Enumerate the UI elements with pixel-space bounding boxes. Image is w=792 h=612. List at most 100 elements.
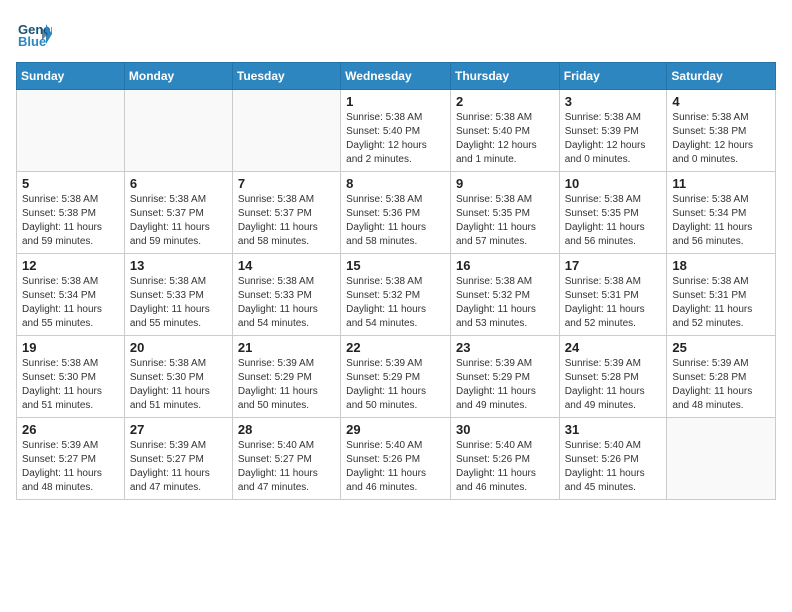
calendar-cell: 4Sunrise: 5:38 AM Sunset: 5:38 PM Daylig… — [667, 90, 776, 172]
day-number: 25 — [672, 340, 770, 355]
day-number: 7 — [238, 176, 335, 191]
day-info: Sunrise: 5:38 AM Sunset: 5:33 PM Dayligh… — [130, 275, 227, 331]
calendar-cell: 1 Sunrise: 5:38 AM Sunset: 5:40 PM Daylig… — [341, 90, 451, 172]
day-number: 1 — [346, 94, 445, 109]
day-info: Sunrise: 5:38 AM Sunset: 5:34 PM Dayligh… — [672, 193, 770, 249]
day-number: 5 — [22, 176, 119, 191]
calendar-week-row: 12 Sunrise: 5:38 AM Sunset: 5:34 PM Dayli… — [17, 254, 776, 336]
day-info: Sunrise: 5:38 AM Sunset: 5:40 PM Dayligh… — [346, 111, 445, 167]
calendar-week-row: 1 Sunrise: 5:38 AM Sunset: 5:40 PM Daylig… — [17, 90, 776, 172]
calendar-cell — [124, 90, 232, 172]
day-info: Sunrise: 5:38 AM Sunset: 5:34 PM Dayligh… — [22, 275, 119, 331]
day-of-week-header: Sunday — [17, 63, 125, 90]
calendar-cell: 3 Sunrise: 5:38 AM Sunset: 5:39 PM Daylig… — [559, 90, 667, 172]
day-of-week-header: Monday — [124, 63, 232, 90]
day-of-week-header: Wednesday — [341, 63, 451, 90]
day-number: 16 — [456, 258, 554, 273]
day-info: Sunrise: 5:38 AM Sunset: 5:38 PM Dayligh… — [672, 111, 770, 167]
calendar-cell: 23 Sunrise: 5:39 AM Sunset: 5:29 PM Dayli… — [450, 336, 559, 418]
day-number: 28 — [238, 422, 335, 437]
calendar-cell: 29Sunrise: 5:40 AM Sunset: 5:26 PM Dayli… — [341, 418, 451, 500]
day-info: Sunrise: 5:40 AM Sunset: 5:26 PM Dayligh… — [346, 439, 445, 495]
calendar-cell — [667, 418, 776, 500]
day-number: 31 — [565, 422, 662, 437]
calendar-cell: 25 Sunrise: 5:39 AM Sunset: 5:28 PM Dayli… — [667, 336, 776, 418]
day-info: Sunrise: 5:38 AM Sunset: 5:35 PM Dayligh… — [456, 193, 554, 249]
day-number: 6 — [130, 176, 227, 191]
calendar-cell: 26 Sunrise: 5:39 AM Sunset: 5:27 PM Dayli… — [17, 418, 125, 500]
day-number: 27 — [130, 422, 227, 437]
svg-text:Blue: Blue — [18, 34, 46, 49]
day-info: Sunrise: 5:39 AM Sunset: 5:28 PM Dayligh… — [565, 357, 662, 413]
day-number: 12 — [22, 258, 119, 273]
calendar-cell: 21 Sunrise: 5:39 AM Sunset: 5:29 PM Dayli… — [232, 336, 340, 418]
calendar-cell: 24 Sunrise: 5:39 AM Sunset: 5:28 PM Dayli… — [559, 336, 667, 418]
calendar-cell: 17 Sunrise: 5:38 AM Sunset: 5:31 PM Dayli… — [559, 254, 667, 336]
day-number: 21 — [238, 340, 335, 355]
day-info: Sunrise: 5:39 AM Sunset: 5:28 PM Dayligh… — [672, 357, 770, 413]
calendar-cell: 11 Sunrise: 5:38 AM Sunset: 5:34 PM Dayli… — [667, 172, 776, 254]
top-bar: General Blue — [16, 16, 776, 56]
calendar-cell: 18 Sunrise: 5:38 AM Sunset: 5:31 PM Dayli… — [667, 254, 776, 336]
day-of-week-header: Friday — [559, 63, 667, 90]
day-number: 3 — [565, 94, 662, 109]
calendar-table: SundayMondayTuesdayWednesdayThursdayFrid… — [16, 62, 776, 500]
calendar-cell — [232, 90, 340, 172]
calendar-header-row: SundayMondayTuesdayWednesdayThursdayFrid… — [17, 63, 776, 90]
calendar-cell: 31 Sunrise: 5:40 AM Sunset: 5:26 PM Dayli… — [559, 418, 667, 500]
day-number: 26 — [22, 422, 119, 437]
day-number: 9 — [456, 176, 554, 191]
day-number: 10 — [565, 176, 662, 191]
day-info: Sunrise: 5:40 AM Sunset: 5:26 PM Dayligh… — [565, 439, 662, 495]
day-number: 14 — [238, 258, 335, 273]
day-number: 19 — [22, 340, 119, 355]
day-info: Sunrise: 5:38 AM Sunset: 5:32 PM Dayligh… — [346, 275, 445, 331]
day-of-week-header: Thursday — [450, 63, 559, 90]
calendar-cell: 16 Sunrise: 5:38 AM Sunset: 5:32 PM Dayli… — [450, 254, 559, 336]
day-info: Sunrise: 5:38 AM Sunset: 5:36 PM Dayligh… — [346, 193, 445, 249]
day-of-week-header: Saturday — [667, 63, 776, 90]
calendar-cell — [17, 90, 125, 172]
calendar-cell: 30 Sunrise: 5:40 AM Sunset: 5:26 PM Dayli… — [450, 418, 559, 500]
day-number: 20 — [130, 340, 227, 355]
day-info: Sunrise: 5:40 AM Sunset: 5:27 PM Dayligh… — [238, 439, 335, 495]
calendar-cell: 14Sunrise: 5:38 AM Sunset: 5:33 PM Dayli… — [232, 254, 340, 336]
calendar-cell: 8 Sunrise: 5:38 AM Sunset: 5:36 PM Daylig… — [341, 172, 451, 254]
day-info: Sunrise: 5:38 AM Sunset: 5:30 PM Dayligh… — [130, 357, 227, 413]
calendar-cell: 9 Sunrise: 5:38 AM Sunset: 5:35 PM Daylig… — [450, 172, 559, 254]
day-info: Sunrise: 5:39 AM Sunset: 5:29 PM Dayligh… — [346, 357, 445, 413]
calendar-cell: 15 Sunrise: 5:38 AM Sunset: 5:32 PM Dayli… — [341, 254, 451, 336]
day-number: 11 — [672, 176, 770, 191]
day-number: 24 — [565, 340, 662, 355]
day-number: 30 — [456, 422, 554, 437]
calendar-cell: 2Sunrise: 5:38 AM Sunset: 5:40 PM Daylig… — [450, 90, 559, 172]
day-info: Sunrise: 5:38 AM Sunset: 5:37 PM Dayligh… — [130, 193, 227, 249]
calendar-cell: 27 Sunrise: 5:39 AM Sunset: 5:27 PM Dayli… — [124, 418, 232, 500]
day-info: Sunrise: 5:40 AM Sunset: 5:26 PM Dayligh… — [456, 439, 554, 495]
day-info: Sunrise: 5:39 AM Sunset: 5:27 PM Dayligh… — [130, 439, 227, 495]
day-info: Sunrise: 5:39 AM Sunset: 5:29 PM Dayligh… — [238, 357, 335, 413]
day-number: 17 — [565, 258, 662, 273]
day-info: Sunrise: 5:38 AM Sunset: 5:30 PM Dayligh… — [22, 357, 119, 413]
calendar-week-row: 26 Sunrise: 5:39 AM Sunset: 5:27 PM Dayli… — [17, 418, 776, 500]
logo: General Blue — [16, 16, 52, 52]
day-info: Sunrise: 5:38 AM Sunset: 5:39 PM Dayligh… — [565, 111, 662, 167]
calendar-cell: 20 Sunrise: 5:38 AM Sunset: 5:30 PM Dayli… — [124, 336, 232, 418]
day-info: Sunrise: 5:39 AM Sunset: 5:27 PM Dayligh… — [22, 439, 119, 495]
day-number: 18 — [672, 258, 770, 273]
day-number: 15 — [346, 258, 445, 273]
day-info: Sunrise: 5:38 AM Sunset: 5:31 PM Dayligh… — [672, 275, 770, 331]
day-number: 23 — [456, 340, 554, 355]
logo-icon: General Blue — [16, 16, 52, 52]
day-of-week-header: Tuesday — [232, 63, 340, 90]
calendar-cell: 12 Sunrise: 5:38 AM Sunset: 5:34 PM Dayli… — [17, 254, 125, 336]
calendar-cell: 7Sunrise: 5:38 AM Sunset: 5:37 PM Daylig… — [232, 172, 340, 254]
calendar-cell: 6 Sunrise: 5:38 AM Sunset: 5:37 PM Daylig… — [124, 172, 232, 254]
calendar-week-row: 5Sunrise: 5:38 AM Sunset: 5:38 PM Daylig… — [17, 172, 776, 254]
day-info: Sunrise: 5:39 AM Sunset: 5:29 PM Dayligh… — [456, 357, 554, 413]
day-number: 8 — [346, 176, 445, 191]
day-number: 2 — [456, 94, 554, 109]
day-info: Sunrise: 5:38 AM Sunset: 5:32 PM Dayligh… — [456, 275, 554, 331]
day-info: Sunrise: 5:38 AM Sunset: 5:31 PM Dayligh… — [565, 275, 662, 331]
calendar-cell: 13Sunrise: 5:38 AM Sunset: 5:33 PM Dayli… — [124, 254, 232, 336]
